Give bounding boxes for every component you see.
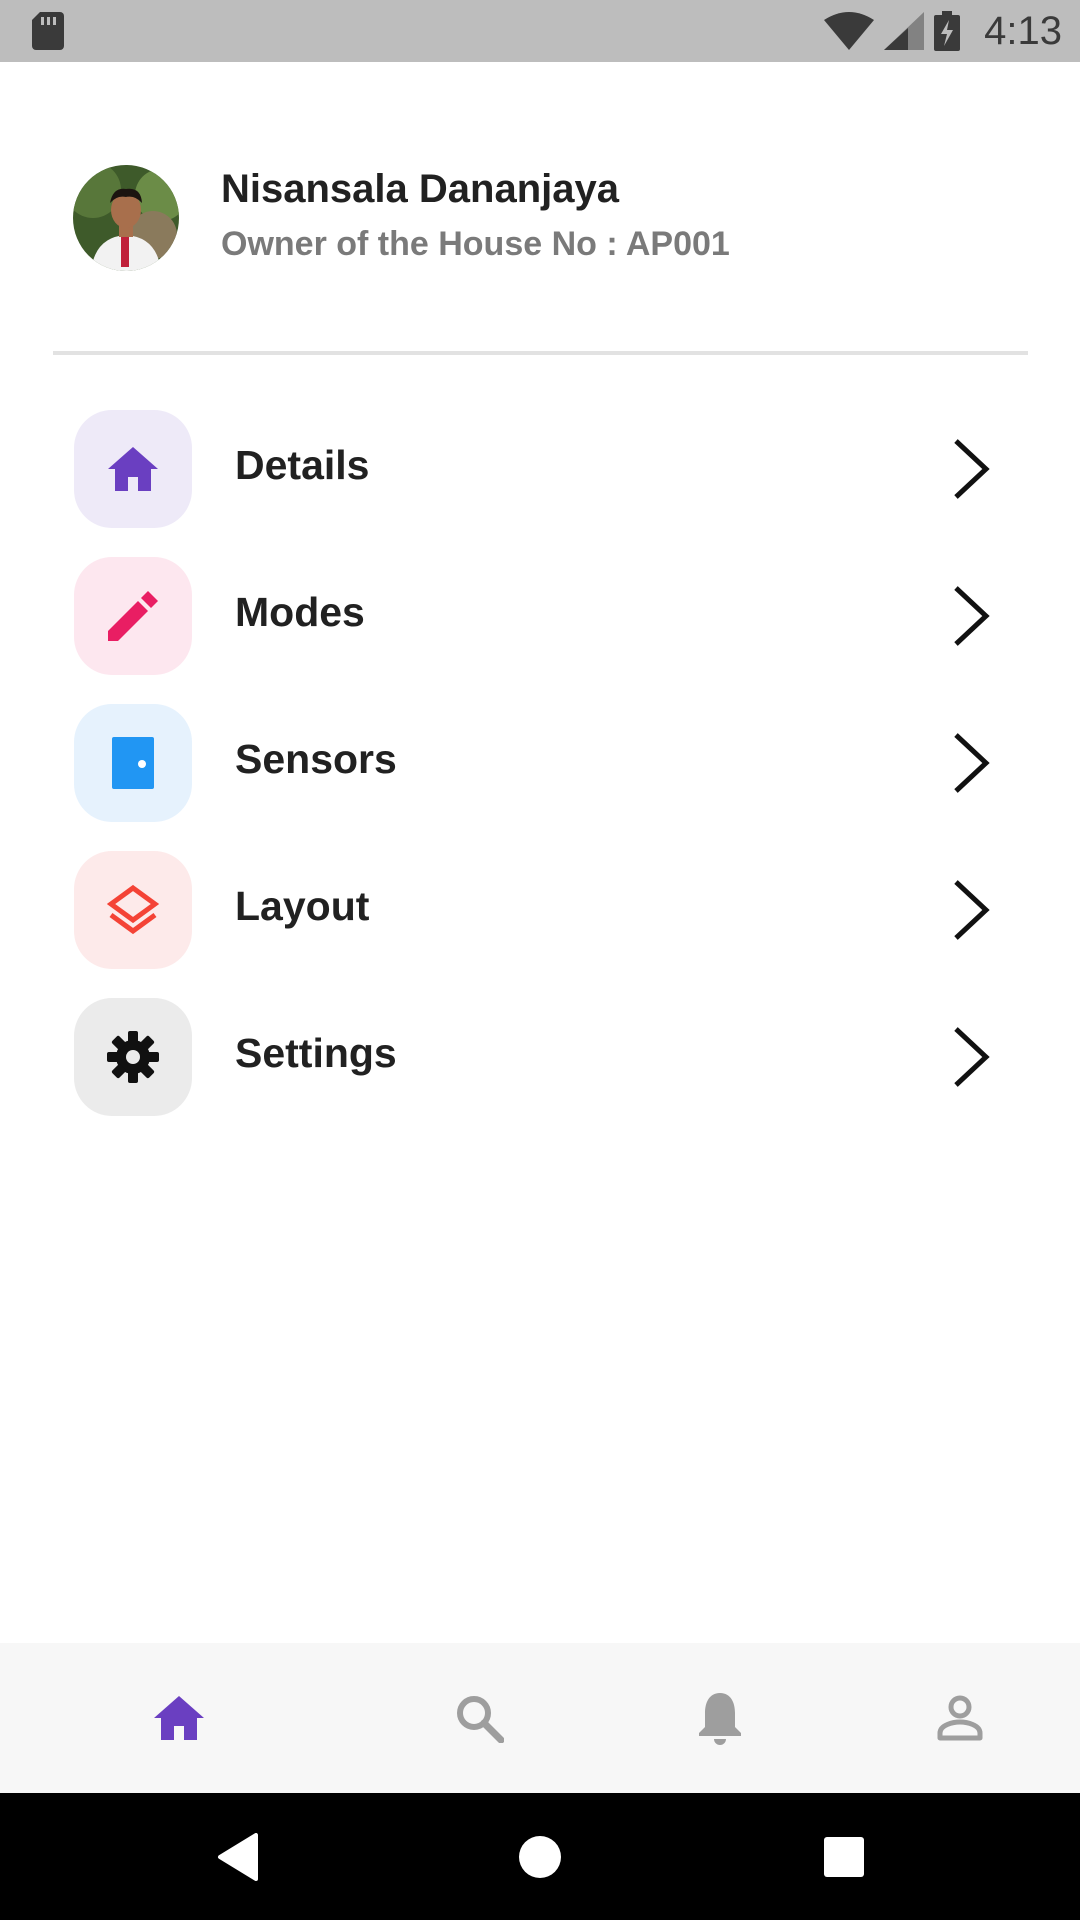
menu-icon-box <box>74 704 192 822</box>
signal-icon <box>884 12 925 50</box>
recents-icon <box>824 1836 864 1877</box>
menu-icon-box <box>74 410 192 528</box>
chevron-right-icon <box>954 1027 990 1087</box>
sd-card-icon <box>32 12 64 50</box>
pencil-icon <box>108 591 158 641</box>
menu-item-label: Modes <box>235 589 365 635</box>
profile-name: Nisansala Dananjaya <box>221 167 619 211</box>
person-icon <box>937 1695 983 1741</box>
menu-item-settings[interactable]: Settings <box>0 998 1080 1116</box>
back-icon <box>218 1832 258 1881</box>
avatar-photo <box>73 165 179 271</box>
wifi-icon <box>824 12 875 50</box>
home-system-button[interactable] <box>480 1793 600 1920</box>
battery-icon <box>934 11 961 51</box>
chevron-right-icon <box>954 880 990 940</box>
nav-home[interactable] <box>119 1643 239 1793</box>
profile-subtitle: Owner of the House No : AP001 <box>221 225 730 263</box>
chevron-right-icon <box>954 586 990 646</box>
bell-icon <box>699 1693 741 1745</box>
profile-header: Nisansala Dananjaya Owner of the House N… <box>0 62 1080 352</box>
home-icon <box>154 1696 204 1740</box>
menu-item-sensors[interactable]: Sensors <box>0 704 1080 822</box>
menu-icon-box <box>74 557 192 675</box>
chevron-right-icon <box>954 733 990 793</box>
menu-item-details[interactable]: Details <box>0 410 1080 528</box>
back-button[interactable] <box>178 1793 298 1920</box>
nav-notifications[interactable] <box>660 1643 780 1793</box>
layers-icon <box>107 884 159 935</box>
search-icon <box>457 1696 504 1743</box>
menu-item-label: Layout <box>235 883 370 929</box>
menu-icon-box <box>74 851 192 969</box>
recents-button[interactable] <box>784 1793 904 1920</box>
system-nav-bar <box>0 1793 1080 1920</box>
gear-icon <box>107 1031 159 1083</box>
nav-profile[interactable] <box>900 1643 1020 1793</box>
status-icons: 4:13 <box>824 0 1062 62</box>
home-icon <box>108 447 158 491</box>
nav-search[interactable] <box>419 1643 539 1793</box>
chevron-right-icon <box>954 439 990 499</box>
menu-item-layout[interactable]: Layout <box>0 851 1080 969</box>
door-icon <box>112 737 154 789</box>
home-circle-icon <box>519 1835 561 1878</box>
menu-item-label: Details <box>235 442 370 488</box>
menu-item-label: Sensors <box>235 736 397 782</box>
status-time: 4:13 <box>984 8 1062 53</box>
menu-item-label: Settings <box>235 1030 397 1076</box>
bottom-nav <box>0 1643 1080 1793</box>
status-bar: 4:13 <box>0 0 1080 62</box>
menu-item-modes[interactable]: Modes <box>0 557 1080 675</box>
avatar[interactable] <box>73 165 179 271</box>
menu-icon-box <box>74 998 192 1116</box>
divider <box>53 351 1028 355</box>
